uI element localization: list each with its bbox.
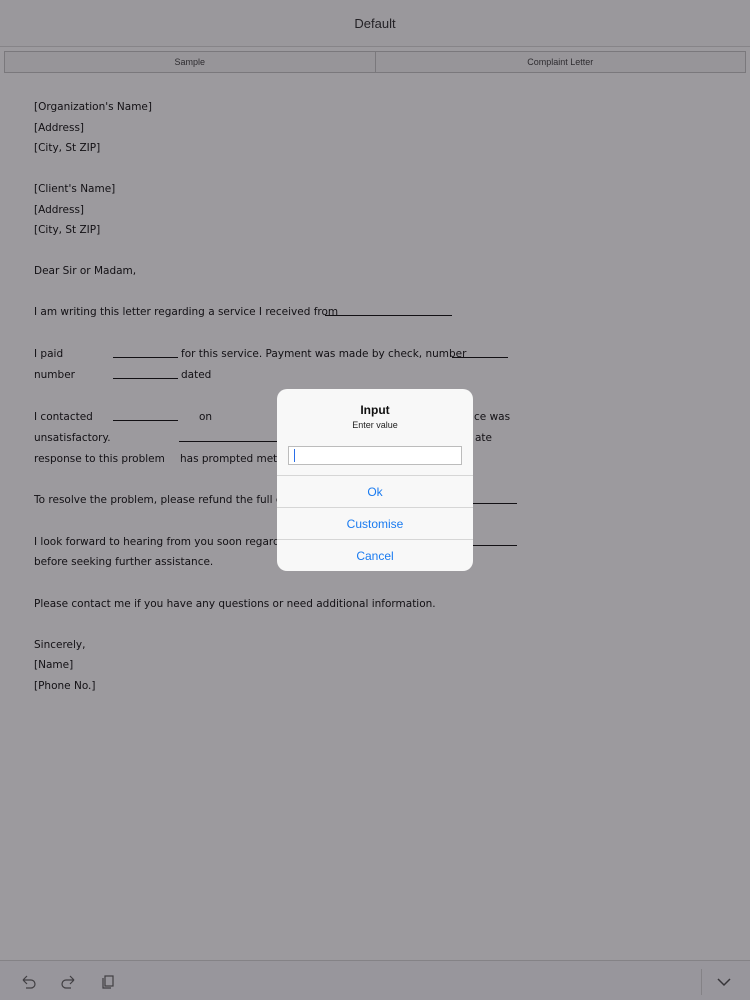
customise-button[interactable]: Customise [277, 507, 473, 539]
ok-button[interactable]: Ok [277, 475, 473, 507]
dialog-message: Enter value [352, 420, 398, 430]
cancel-button[interactable]: Cancel [277, 539, 473, 571]
dialog-title: Input [360, 403, 390, 417]
value-input[interactable] [288, 446, 462, 465]
text-cursor [294, 449, 295, 462]
input-dialog: Input Enter value Ok Customise Cancel [277, 389, 473, 571]
